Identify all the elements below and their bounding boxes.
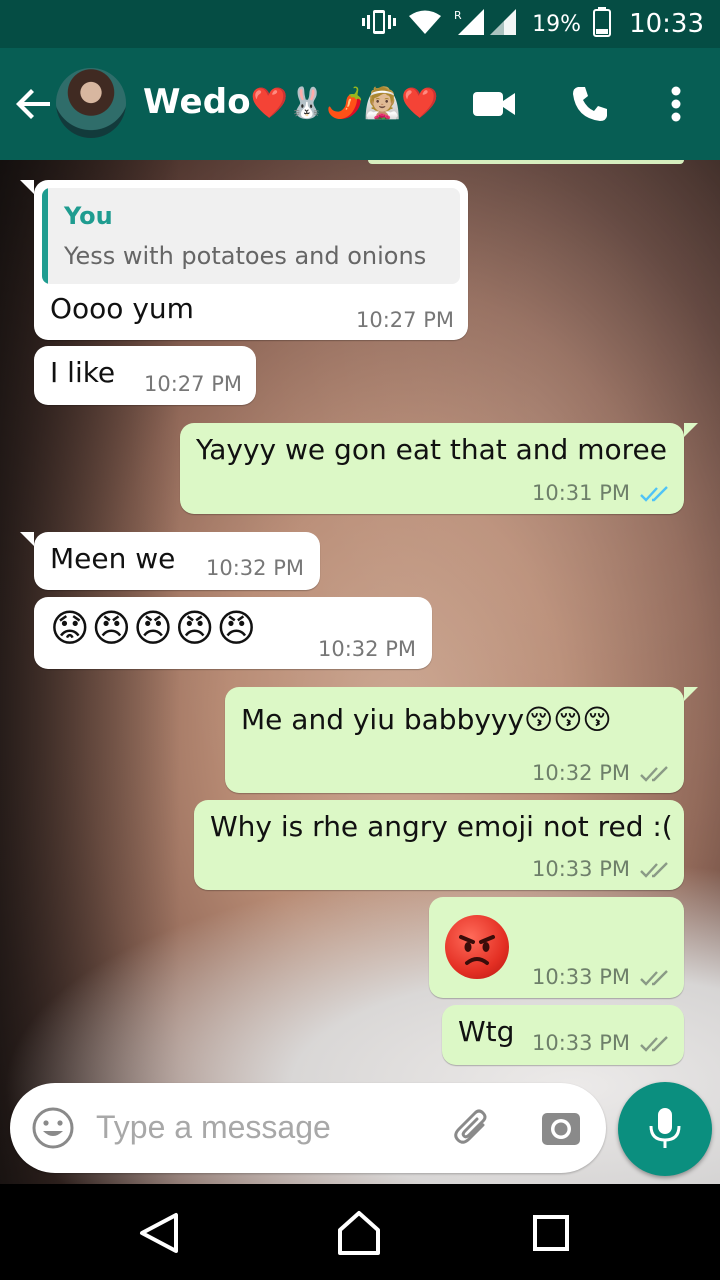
svg-text:R: R — [454, 9, 462, 22]
more-vert-icon — [671, 86, 681, 122]
message-bubble[interactable]: 😡 10:33 PM — [429, 897, 684, 998]
signal-icon: R — [454, 8, 520, 40]
message-time: 10:27 PM — [144, 372, 242, 396]
message-input[interactable]: Type a message — [96, 1109, 331, 1146]
message-text: Oooo yum — [50, 292, 194, 325]
nav-home-icon — [338, 1211, 380, 1255]
quote-text: Yess with potatoes and onions — [64, 242, 427, 270]
message-bubble[interactable]: Why is rhe angry emoji not red :( 10:33 … — [194, 800, 684, 890]
previous-message-edge — [368, 160, 684, 164]
message-time: 10:33 PM — [532, 1031, 630, 1055]
back-arrow-icon — [16, 89, 50, 119]
quote-author: You — [64, 202, 113, 230]
attach-icon — [454, 1109, 487, 1144]
message-bubble[interactable]: I like 10:27 PM — [34, 346, 256, 405]
nav-back-button[interactable] — [134, 1208, 184, 1258]
nav-back-icon — [140, 1213, 178, 1253]
message-time: 10:33 PM — [532, 965, 630, 989]
message-time: 10:32 PM — [206, 556, 304, 580]
delivered-ticks-icon — [640, 862, 668, 878]
message-bubble[interactable]: Meen we 10:32 PM — [20, 532, 320, 590]
message-time: 10:27 PM — [356, 308, 454, 332]
wifi-icon — [408, 9, 442, 39]
message-time: 10:31 PM — [532, 481, 630, 505]
nav-recent-icon — [533, 1215, 569, 1251]
video-call-icon — [473, 92, 515, 116]
message-text: Yayyy we gon eat that and moree — [196, 433, 667, 466]
message-composer: Type a message — [10, 1083, 606, 1173]
message-emojis: 😟😠😠😠😠 — [50, 606, 259, 650]
delivered-ticks-icon — [640, 766, 668, 782]
voice-call-button[interactable] — [566, 80, 614, 128]
back-button[interactable] — [12, 82, 56, 126]
delivered-ticks-icon — [640, 1036, 668, 1052]
video-call-button[interactable] — [470, 80, 518, 128]
battery-icon — [593, 7, 612, 41]
status-bar-right: R 19% 10:33 — [362, 6, 704, 42]
camera-button[interactable] — [538, 1105, 584, 1151]
message-time: 10:33 PM — [532, 857, 630, 881]
vibrate-icon — [362, 9, 397, 39]
contact-name[interactable]: Wedo❤️🐰🌶️👰🏼❤️ — [143, 82, 439, 122]
message-time: 10:32 PM — [318, 637, 416, 661]
nav-home-button[interactable] — [334, 1208, 384, 1258]
nav-recent-button[interactable] — [526, 1208, 576, 1258]
message-bubble[interactable]: 😟😠😠😠😠 10:32 PM — [34, 597, 432, 669]
message-text: Meen we — [50, 542, 176, 575]
voice-message-button[interactable] — [618, 1082, 712, 1176]
message-text: Why is rhe angry emoji not red :( — [210, 810, 673, 843]
message-time: 10:32 PM — [532, 761, 630, 785]
delivered-ticks-icon — [640, 970, 668, 986]
quoted-message[interactable]: You Yess with potatoes and onions — [42, 188, 460, 284]
read-ticks-icon — [640, 486, 668, 502]
avatar[interactable] — [56, 68, 126, 138]
attach-button[interactable] — [450, 1105, 496, 1151]
message-text: Me and yiu babbyyy😚😚😚 — [241, 703, 612, 736]
contact-name-text: Wedo — [143, 82, 251, 122]
message-bubble[interactable]: Me and yiu babbyyy😚😚😚 10:32 PM — [225, 687, 698, 793]
phone-icon — [573, 87, 607, 121]
status-bar: R 19% 10:33 — [0, 0, 720, 48]
contact-name-emojis: ❤️🐰🌶️👰🏼❤️ — [250, 86, 439, 121]
emoji-icon — [32, 1107, 74, 1149]
mic-icon — [649, 1108, 681, 1148]
message-bubble[interactable]: Yayyy we gon eat that and moree 10:31 PM — [180, 423, 698, 514]
chat-area[interactable]: You Yess with potatoes and onions Oooo y… — [0, 160, 720, 1184]
system-navigation-bar — [0, 1184, 720, 1280]
message-text: Wtg — [458, 1015, 515, 1048]
status-time: 10:33 — [629, 9, 704, 39]
battery-percent: 19% — [532, 11, 582, 37]
more-options-button[interactable] — [652, 80, 700, 128]
angry-face-icon — [445, 915, 509, 979]
camera-icon — [542, 1113, 580, 1145]
message-bubble[interactable]: Wtg 10:33 PM — [442, 1005, 684, 1065]
chat-header: Wedo❤️🐰🌶️👰🏼❤️ — [0, 48, 720, 160]
message-text: I like — [50, 356, 116, 389]
emoji-button[interactable] — [30, 1105, 76, 1151]
message-bubble[interactable]: You Yess with potatoes and onions Oooo y… — [20, 180, 468, 340]
